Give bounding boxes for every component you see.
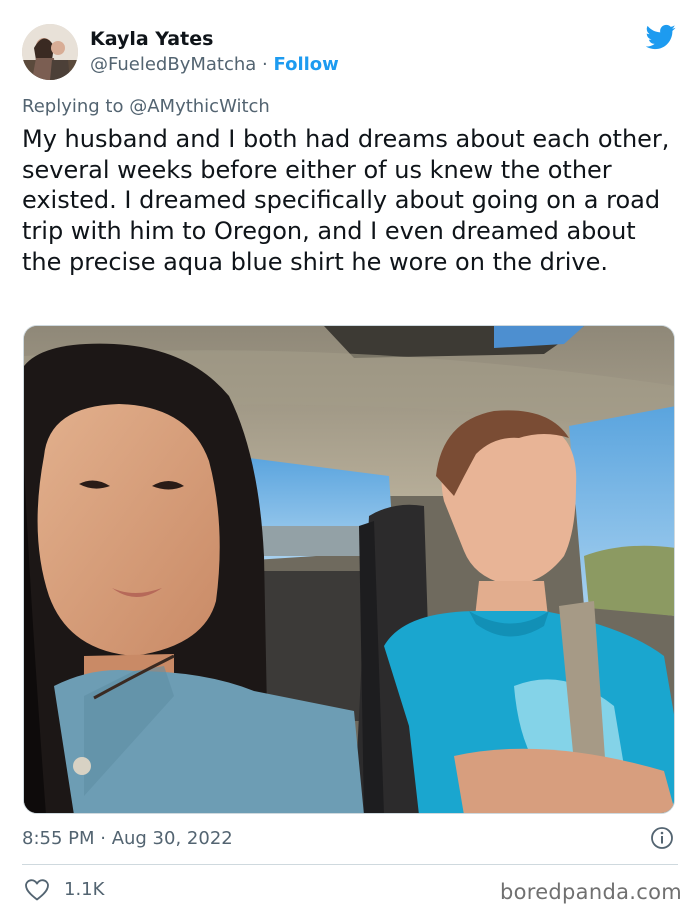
author-handle[interactable]: @FueledByMatcha (90, 54, 256, 75)
heart-icon[interactable] (24, 878, 50, 902)
replying-prefix: Replying to (22, 96, 124, 117)
avatar[interactable] (22, 24, 78, 80)
info-icon[interactable] (650, 826, 674, 850)
divider (22, 864, 678, 865)
like-count[interactable]: 1.1K (64, 879, 104, 900)
handle-separator: · (262, 54, 268, 75)
tweet-text: My husband and I both had dreams about e… (22, 125, 670, 276)
twitter-bird-icon[interactable] (646, 22, 676, 52)
author-handle-row: @FueledByMatcha · Follow (90, 54, 339, 75)
author-name[interactable]: Kayla Yates (90, 28, 213, 50)
follow-button[interactable]: Follow (274, 54, 339, 75)
tweet-timestamp[interactable]: 8:55 PM · Aug 30, 2022 (22, 828, 233, 849)
replying-mention[interactable]: @AMythicWitch (129, 96, 270, 117)
replying-to-line: Replying to @AMythicWitch (22, 96, 270, 117)
tweet-header: Kayla Yates @FueledByMatcha · Follow (22, 22, 682, 82)
tweet-photo[interactable] (23, 325, 675, 814)
boredpanda-watermark: boredpanda.com (499, 880, 682, 904)
